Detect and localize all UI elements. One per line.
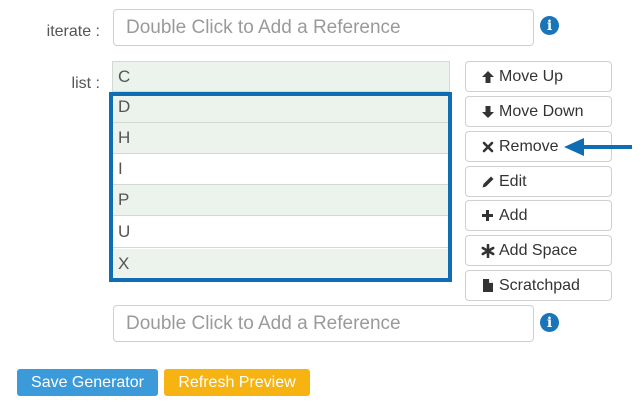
add-label: Add xyxy=(499,206,528,224)
list-label: list : xyxy=(71,75,100,92)
new-reference-input[interactable]: Double Click to Add a Reference xyxy=(113,305,534,342)
save-generator-button[interactable]: Save Generator xyxy=(17,369,158,396)
times-icon xyxy=(479,139,496,155)
scratchpad-label: Scratchpad xyxy=(499,276,580,294)
add-space-button[interactable]: Add Space xyxy=(465,235,612,266)
add-button[interactable]: Add xyxy=(465,200,612,231)
move-down-label: Move Down xyxy=(499,102,584,120)
edit-label: Edit xyxy=(499,172,527,190)
remove-label: Remove xyxy=(499,137,559,155)
arrow-left-icon xyxy=(564,138,632,156)
iterate-reference-input[interactable]: Double Click to Add a Reference xyxy=(113,9,534,46)
iterate-label: iterate : xyxy=(46,23,100,40)
selection-highlight-box xyxy=(109,92,452,282)
list-item[interactable]: C xyxy=(112,61,450,92)
move-up-button[interactable]: Move Up xyxy=(465,61,612,92)
move-down-button[interactable]: Move Down xyxy=(465,96,612,127)
arrow-up-icon xyxy=(479,69,496,85)
info-icon[interactable]: i xyxy=(540,16,559,35)
pencil-icon xyxy=(479,174,496,190)
move-up-label: Move Up xyxy=(499,67,564,85)
arrow-down-icon xyxy=(479,104,496,120)
asterisk-icon xyxy=(479,243,496,259)
refresh-preview-button[interactable]: Refresh Preview xyxy=(164,369,310,396)
info-icon[interactable]: i xyxy=(540,313,559,332)
file-icon xyxy=(479,278,496,294)
edit-button[interactable]: Edit xyxy=(465,166,612,197)
add-space-label: Add Space xyxy=(499,241,578,259)
plus-icon xyxy=(479,208,496,224)
scratchpad-button[interactable]: Scratchpad xyxy=(465,270,612,301)
